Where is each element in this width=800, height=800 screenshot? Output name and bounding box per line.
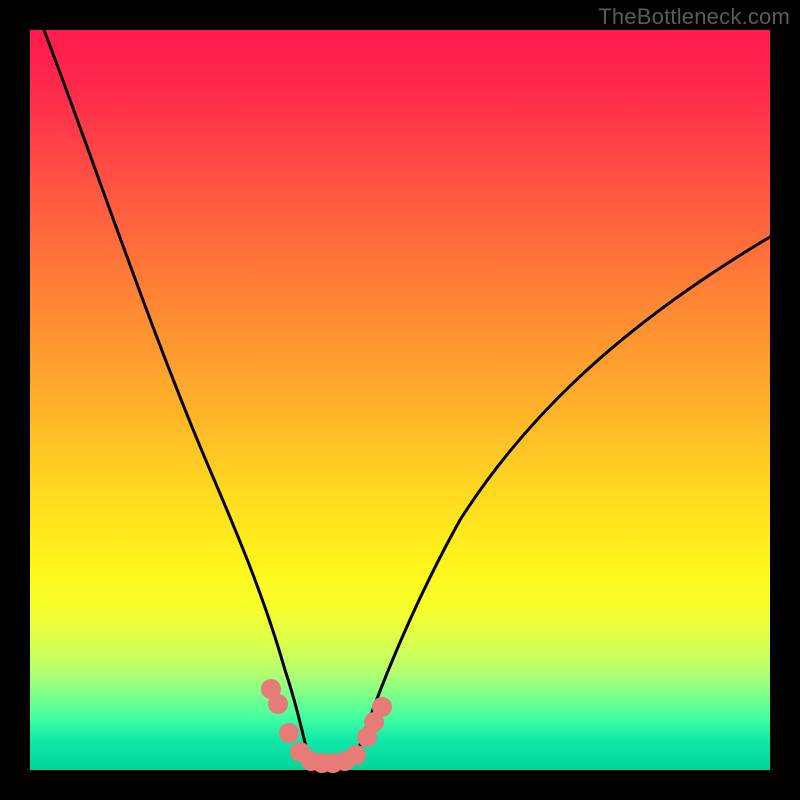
marker-point [372, 697, 392, 717]
marker-group [261, 679, 392, 773]
curve-right-arm [356, 237, 770, 757]
watermark-text: TheBottleneck.com [598, 4, 790, 30]
curve-left-arm [44, 30, 308, 755]
curve-layer [30, 30, 770, 770]
marker-point [268, 694, 288, 714]
marker-point [346, 745, 366, 765]
marker-point [279, 723, 299, 743]
outer-frame: TheBottleneck.com [0, 0, 800, 800]
